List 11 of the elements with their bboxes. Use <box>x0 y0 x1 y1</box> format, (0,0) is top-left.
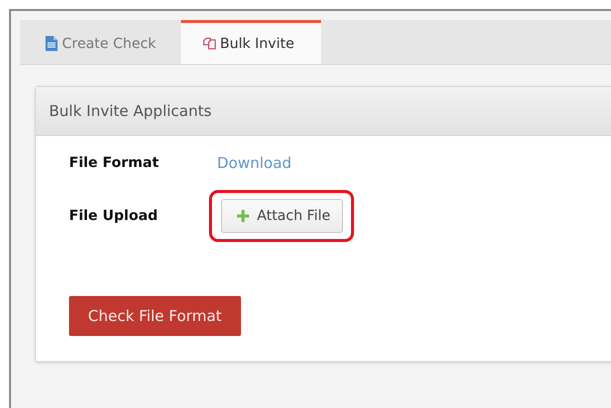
tab[interactable]: Create Check <box>20 20 181 64</box>
document-icon <box>45 36 58 51</box>
copy-icon <box>203 36 216 51</box>
tab[interactable]: Bulk Invite <box>181 20 321 64</box>
check-file-format-button[interactable]: Check File Format <box>69 296 241 336</box>
download-link[interactable]: Download <box>217 154 292 172</box>
attach-file-button[interactable]: Attach File <box>221 199 344 233</box>
panel-title: Bulk Invite Applicants <box>49 102 212 120</box>
plus-icon <box>237 210 249 222</box>
field-label: File Format <box>69 155 160 171</box>
field-label: File Upload <box>69 208 159 224</box>
